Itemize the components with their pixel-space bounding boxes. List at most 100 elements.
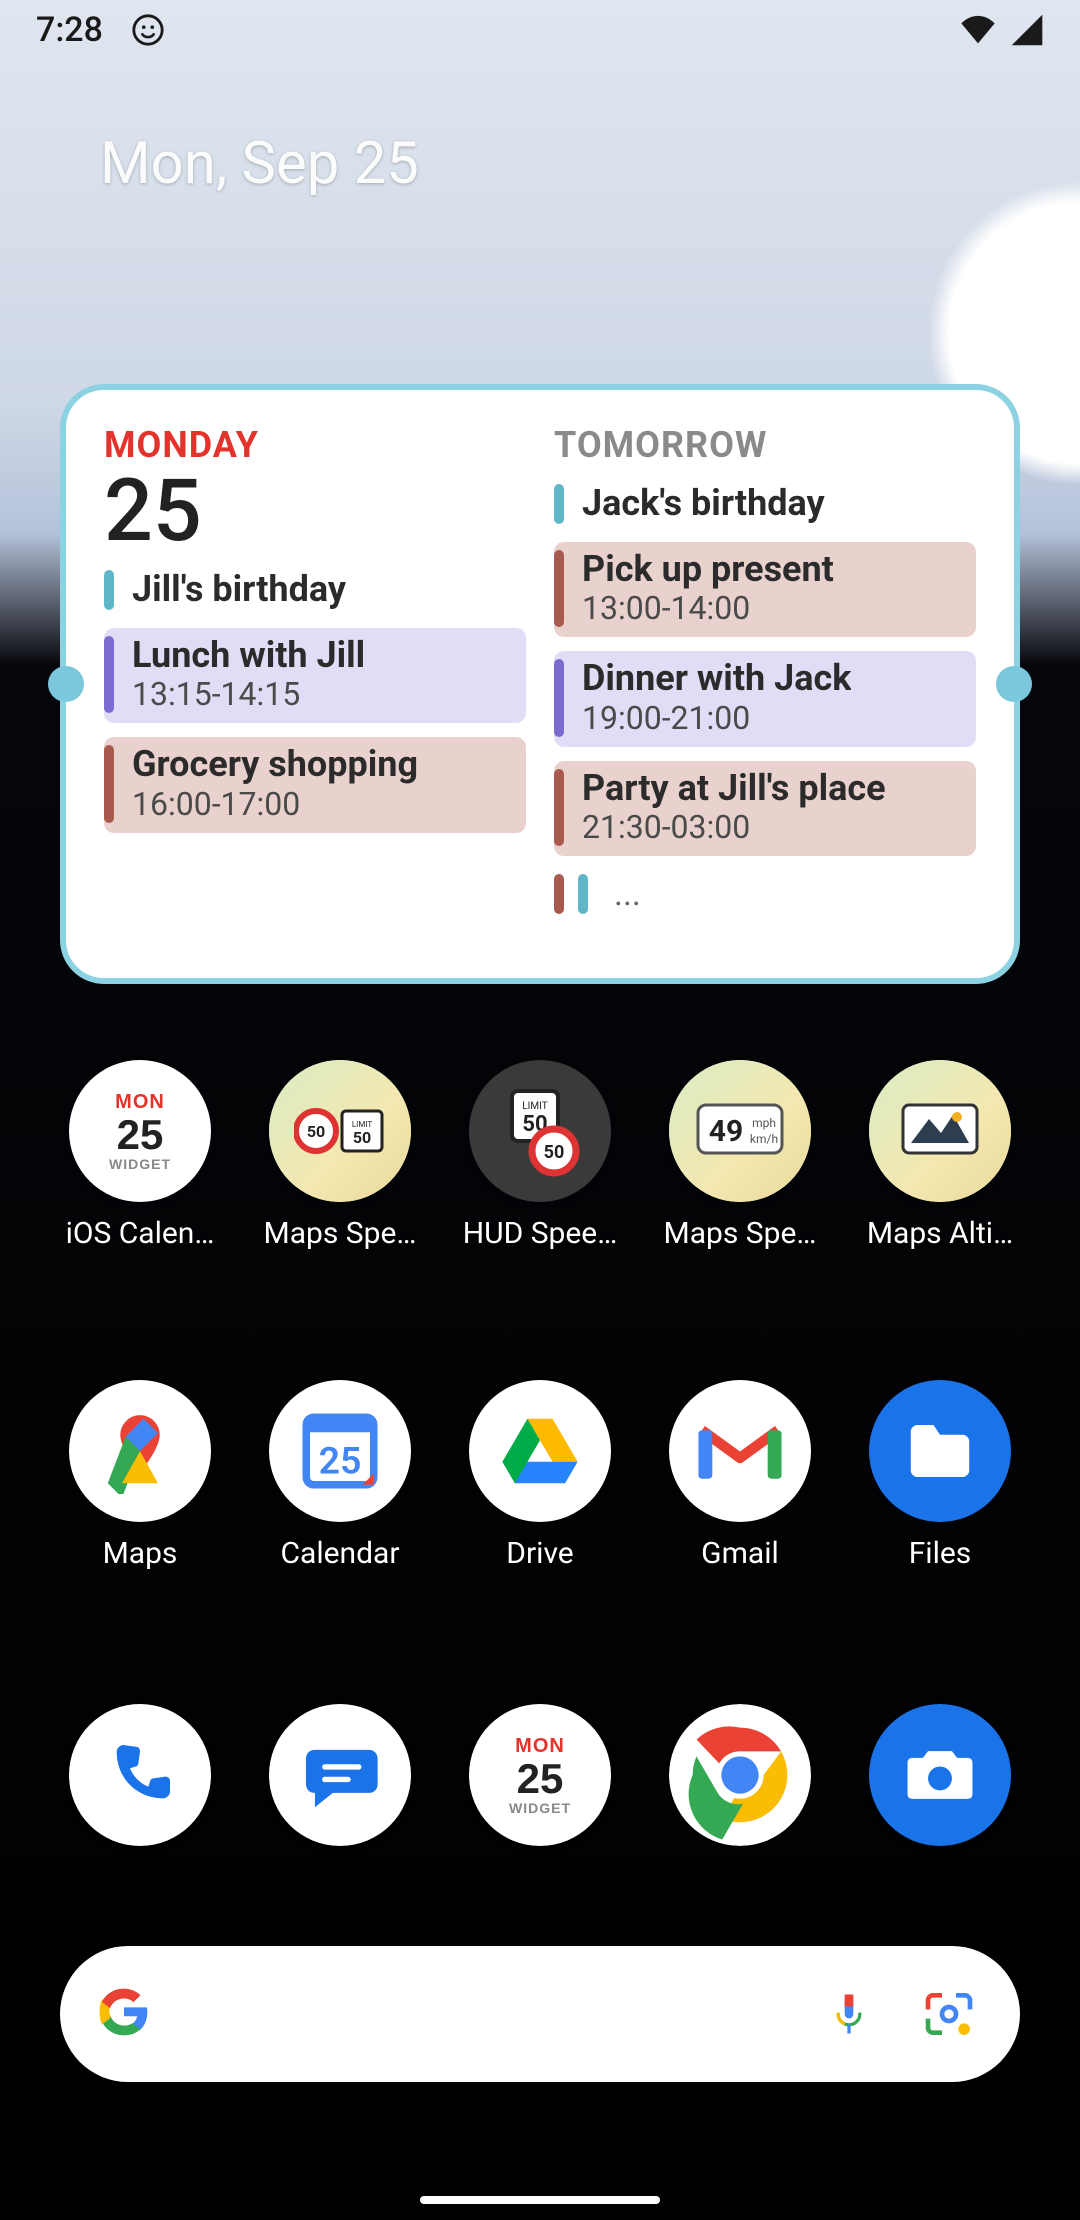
event-color-bar (104, 636, 114, 714)
app-label: HUD Spee… (463, 1216, 618, 1251)
event-color-bar (104, 570, 114, 610)
face-icon (131, 13, 165, 47)
event-item[interactable]: Jack's birthday (554, 480, 976, 528)
app-hud-speedometer[interactable]: LIMIT50 50 HUD Spee… (450, 1060, 630, 1251)
app-label: Files (909, 1536, 972, 1571)
app-chrome[interactable]: Chrome (650, 1704, 830, 1846)
svg-text:50: 50 (544, 1142, 565, 1163)
maps-speed-49-icon: 49 mph km/h (669, 1060, 811, 1202)
calendar-today-column: MONDAY 25 Jill's birthday Lunch with Jil… (104, 424, 526, 944)
status-bar: 7:28 (0, 0, 1080, 60)
event-time: 21:30-03:00 (582, 808, 886, 846)
app-label: Calendar (280, 1536, 399, 1571)
app-label: Maps Spe… (264, 1216, 417, 1251)
event-color-bar (554, 484, 564, 524)
ios-calendar-widget-icon: MON 25 WIDGET (69, 1060, 211, 1202)
hud-speed-icon: LIMIT50 50 (469, 1060, 611, 1202)
chrome-icon (669, 1704, 811, 1846)
phone-icon (69, 1704, 211, 1846)
today-events: Jill's birthday Lunch with Jill 13:15-14… (104, 566, 526, 833)
app-camera[interactable]: Camera (850, 1704, 1030, 1846)
app-drive[interactable]: Drive (450, 1380, 630, 1571)
messages-icon (269, 1704, 411, 1846)
event-item[interactable]: Pick up present 13:00-14:00 (554, 542, 976, 638)
event-more[interactable]: ... (554, 870, 976, 918)
event-time: 19:00-21:00 (582, 699, 851, 737)
icon-text-num: 49 (709, 1114, 743, 1149)
event-item[interactable]: Jill's birthday (104, 566, 526, 614)
app-label: Gmail (701, 1536, 779, 1571)
event-color-bar (554, 659, 564, 737)
event-item[interactable]: Dinner with Jack 19:00-21:00 (554, 651, 976, 747)
icon-text-sub: WIDGET (509, 1800, 571, 1816)
app-label: iOS Calen… (66, 1216, 215, 1251)
google-calendar-icon: 25 (269, 1380, 411, 1522)
widget-resize-handle-right[interactable] (996, 666, 1032, 702)
event-color-bar (554, 769, 564, 847)
event-title: Grocery shopping (132, 745, 418, 785)
maps-altimeter-icon (869, 1060, 1011, 1202)
event-time: 16:00-17:00 (132, 785, 418, 823)
event-color-bar (554, 874, 564, 914)
app-messages[interactable]: Messages (250, 1704, 430, 1846)
event-item[interactable]: Lunch with Jill 13:15-14:15 (104, 628, 526, 724)
svg-text:mph: mph (752, 1116, 776, 1130)
cell-signal-icon (1010, 13, 1044, 47)
camera-icon (869, 1704, 1011, 1846)
app-ios-calendar-widget[interactable]: MON 25 WIDGET iOS Calen… (50, 1060, 230, 1251)
maps-icon (69, 1380, 211, 1522)
icon-text-num: 25 (117, 1114, 164, 1156)
event-item[interactable]: Grocery shopping 16:00-17:00 (104, 737, 526, 833)
google-drive-icon (469, 1380, 611, 1522)
more-events-label: ... (606, 874, 641, 914)
tomorrow-events: Jack's birthday Pick up present 13:00-14… (554, 480, 976, 918)
event-title: Jack's birthday (582, 484, 825, 524)
event-color-bar (104, 745, 114, 823)
app-row-2: Maps 25 Calendar Drive Gmail Files (0, 1380, 1080, 1571)
voice-search-icon[interactable] (814, 1979, 884, 2049)
icon-text-sub: WIDGET (109, 1156, 171, 1172)
status-time: 7:28 (36, 10, 103, 50)
event-title: Pick up present (582, 550, 834, 590)
google-search-bar[interactable] (60, 1946, 1020, 2082)
maps-speed-icon: 50 LIMIT50 (269, 1060, 411, 1202)
today-day-number: 25 (104, 466, 526, 556)
event-title: Jill's birthday (132, 570, 346, 610)
app-maps[interactable]: Maps (50, 1380, 230, 1571)
files-icon (869, 1380, 1011, 1522)
tomorrow-label: TOMORROW (554, 424, 976, 466)
event-item[interactable]: Party at Jill's place 21:30-03:00 (554, 761, 976, 857)
calendar-widget[interactable]: MONDAY 25 Jill's birthday Lunch with Jil… (60, 384, 1020, 984)
app-label: Maps Alti… (867, 1216, 1013, 1251)
svg-text:25: 25 (319, 1440, 362, 1484)
navigation-handle[interactable] (420, 2196, 660, 2204)
event-title: Dinner with Jack (582, 659, 851, 699)
app-maps-speedometer-1[interactable]: 50 LIMIT50 Maps Spe… (250, 1060, 430, 1251)
dock-row: Phone Messages MON 25 WIDGET iOS Calenda… (0, 1704, 1080, 1846)
status-left: 7:28 (36, 10, 165, 50)
app-ios-calendar-widget-dock[interactable]: MON 25 WIDGET iOS Calendar Widget (450, 1704, 630, 1846)
widget-resize-handle-left[interactable] (48, 666, 84, 702)
app-gmail[interactable]: Gmail (650, 1380, 830, 1571)
svg-text:50: 50 (353, 1128, 371, 1147)
event-color-bar (554, 550, 564, 628)
status-right (958, 13, 1044, 47)
app-label: Maps (103, 1536, 178, 1571)
app-label: Drive (506, 1536, 573, 1571)
app-maps-speedometer-2[interactable]: 49 mph km/h Maps Spe… (650, 1060, 830, 1251)
svg-text:LIMIT: LIMIT (522, 1101, 547, 1112)
home-date-header[interactable]: Mon, Sep 25 (100, 130, 419, 198)
calendar-tomorrow-column: TOMORROW Jack's birthday Pick up present… (554, 424, 976, 944)
app-row-1: MON 25 WIDGET iOS Calen… 50 LIMIT50 Maps… (0, 1060, 1080, 1251)
gmail-icon (669, 1380, 811, 1522)
icon-text-num: 25 (517, 1758, 564, 1800)
event-title: Lunch with Jill (132, 636, 365, 676)
google-lens-icon[interactable] (914, 1979, 984, 2049)
app-maps-altimeter[interactable]: Maps Alti… (850, 1060, 1030, 1251)
app-calendar[interactable]: 25 Calendar (250, 1380, 430, 1571)
event-time: 13:00-14:00 (582, 589, 834, 627)
app-phone[interactable]: Phone (50, 1704, 230, 1846)
event-color-bar (578, 874, 588, 914)
app-files[interactable]: Files (850, 1380, 1030, 1571)
app-label: Maps Spe… (664, 1216, 817, 1251)
